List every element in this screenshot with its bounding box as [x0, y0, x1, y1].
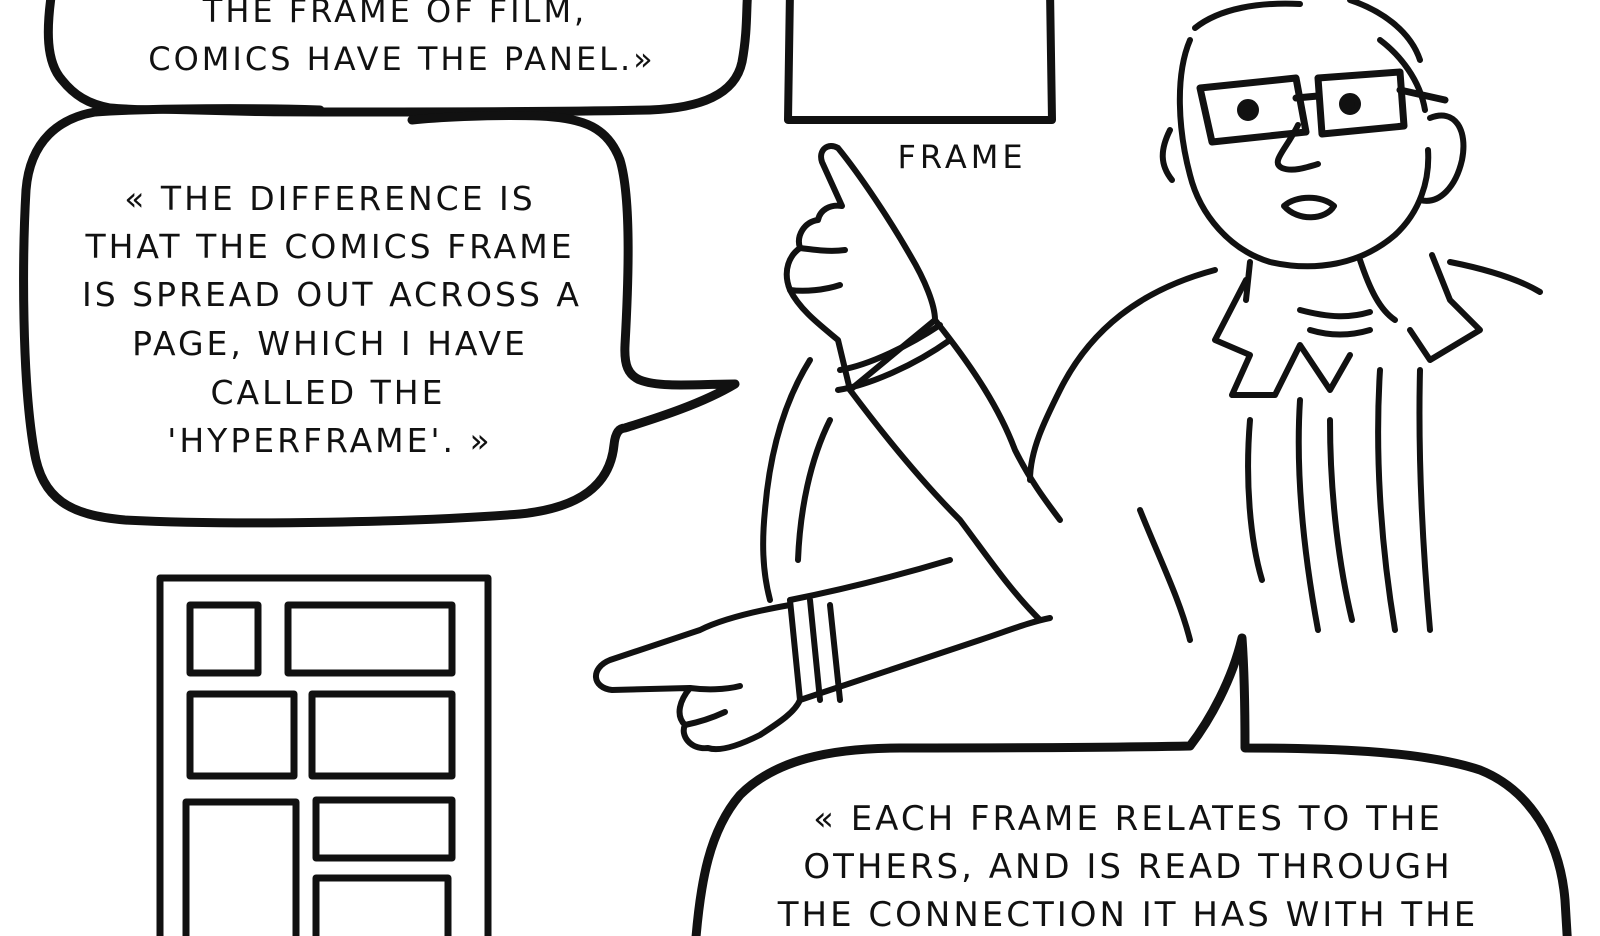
hyperframe-panel — [312, 874, 452, 936]
hyperframe-panel — [308, 690, 456, 780]
shirt-line — [1245, 417, 1265, 583]
shirt-line — [1327, 417, 1355, 623]
collar — [1212, 277, 1353, 398]
body-side — [1137, 507, 1193, 643]
top-bubble-line-1: THE FRAME OF FILM, — [202, 0, 587, 30]
left-bubble-line-2: THAT THE COMICS FRAME — [84, 227, 574, 266]
bottom-speech-bubble — [691, 633, 1572, 936]
glasses-icon — [1196, 68, 1449, 146]
left-eye — [1237, 99, 1259, 121]
neck-lines — [1297, 307, 1373, 338]
hyperframe-panel — [284, 601, 456, 677]
hyperframe-panel — [182, 798, 300, 936]
pointing-hand — [593, 602, 803, 753]
shirt-line — [1375, 367, 1398, 633]
lower-arm-sleeve — [787, 597, 843, 703]
hyperframe-panel — [312, 796, 456, 862]
left-bubble-line-1: « THE DIFFERENCE IS — [124, 179, 535, 218]
left-bubble-line-5: CALLED THE — [211, 373, 446, 412]
hyperframe-panel — [186, 601, 262, 677]
shirt-line — [1416, 367, 1433, 633]
raised-arm-inner — [932, 317, 1063, 523]
lower-arm — [787, 557, 1053, 703]
shirt-line — [1295, 397, 1321, 633]
raised-hand-fingers — [787, 245, 848, 294]
shoulder-left — [1027, 267, 1218, 483]
bottom-bubble-line-2: OTHERS, AND IS READ THROUGH — [803, 847, 1452, 887]
left-bubble-line-3: IS SPREAD OUT ACROSS A — [82, 275, 582, 314]
hyperframe-page-outline — [156, 574, 492, 936]
comic-panel: THE FRAME OF FILM, COMICS HAVE THE PANEL… — [19, 0, 1572, 936]
left-bubble-line-6: 'HYPERFRAME'. » — [167, 421, 492, 460]
left-bubble-top-stroke — [90, 104, 325, 117]
frame-label: FRAME — [897, 138, 1026, 176]
pointing-hand-fingers — [682, 683, 743, 728]
frame-illustration — [784, 0, 1056, 124]
shoulder-right — [1447, 259, 1543, 295]
collar-right — [1407, 252, 1483, 363]
mouth — [1281, 194, 1337, 221]
raised-hand — [783, 142, 938, 393]
raised-arm — [847, 387, 1043, 623]
left-speech-bubble — [19, 107, 740, 528]
top-bubble-line-2: COMICS HAVE THE PANEL.» — [148, 40, 655, 78]
motion-lines — [760, 357, 833, 603]
man-figure — [593, 0, 1543, 753]
right-eye — [1339, 93, 1361, 115]
bottom-bubble-line-3: THE CONNECTION IT HAS WITH THE — [777, 895, 1478, 935]
hyperframe-panel — [186, 690, 298, 780]
left-bubble-line-4: PAGE, WHICH I HAVE — [132, 324, 528, 363]
bottom-bubble-line-1: « EACH FRAME RELATES TO THE — [813, 799, 1443, 839]
hyperframe-page-illustration — [156, 574, 492, 936]
